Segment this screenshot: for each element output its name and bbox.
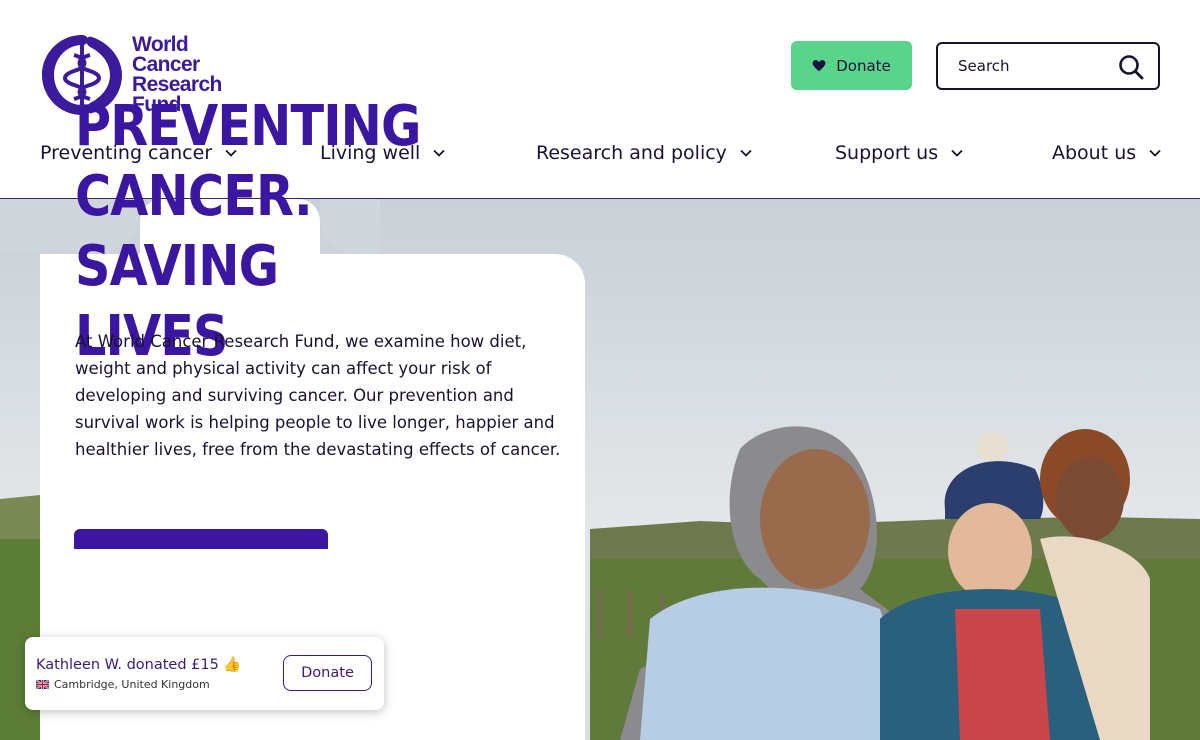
chevron-down-icon	[1149, 149, 1161, 157]
search-input[interactable]	[958, 57, 1108, 75]
donation-location: Cambridge, United Kingdom	[54, 678, 210, 691]
logo-line: World	[132, 33, 189, 56]
donate-button[interactable]: Donate	[791, 41, 912, 90]
search-icon[interactable]	[1118, 54, 1144, 80]
uk-flag-icon	[36, 680, 49, 689]
nav-item-label: Research and policy	[536, 142, 727, 164]
chevron-down-icon	[951, 149, 963, 157]
hero-cta-button[interactable]	[74, 529, 328, 549]
nav-item-research-and-policy[interactable]: Research and policy	[536, 142, 753, 164]
nav-item-label: Support us	[835, 142, 939, 164]
nav-item-label: About us	[1052, 142, 1137, 164]
chevron-down-icon	[740, 149, 752, 157]
donation-message: Kathleen W. donated £15 👍	[36, 657, 242, 673]
donation-notification: Kathleen W. donated £15 👍 Cambridge, Uni…	[25, 637, 384, 710]
toast-donate-button[interactable]: Donate	[283, 655, 372, 691]
hero-title-line: CANCER. SAVING	[75, 164, 313, 299]
hero-description: At World Cancer Research Fund, we examin…	[75, 332, 561, 459]
search-box	[936, 42, 1160, 90]
donation-location-row: Cambridge, United Kingdom	[36, 678, 210, 691]
donate-button-label: Donate	[836, 56, 891, 75]
nav-item-support-us[interactable]: Support us	[835, 142, 964, 164]
heart-icon	[812, 59, 826, 71]
logo-line: Cancer	[132, 53, 200, 76]
hero-title-line: PREVENTING	[75, 94, 421, 159]
nav-item-about-us[interactable]: About us	[1052, 142, 1162, 164]
